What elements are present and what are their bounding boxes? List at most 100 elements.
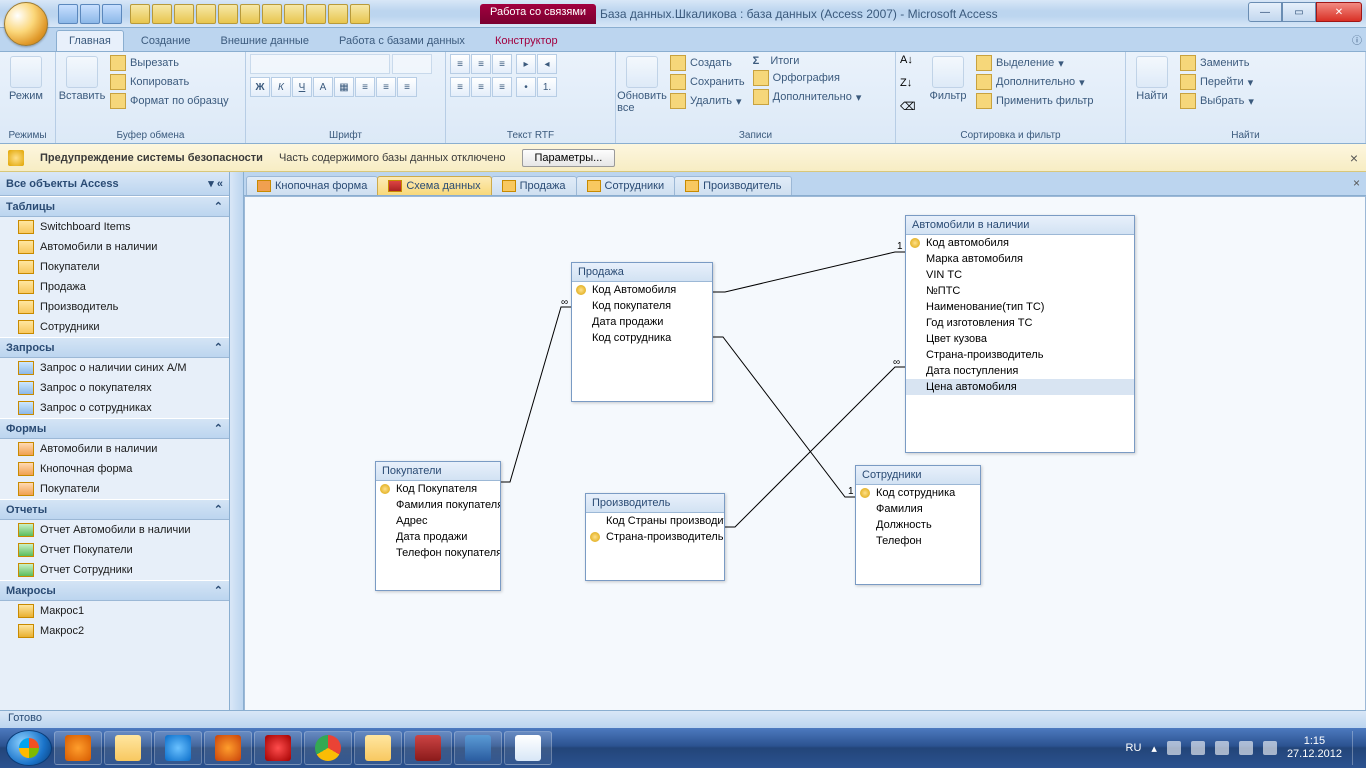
volume-icon[interactable] xyxy=(1191,741,1205,755)
nav-table-item[interactable]: Покупатели xyxy=(0,257,229,277)
nav-form-item[interactable]: Покупатели xyxy=(0,479,229,499)
taskbar-word[interactable] xyxy=(454,731,502,765)
rtf-btn[interactable]: ≡ xyxy=(492,54,512,74)
nav-table-item[interactable]: Автомобили в наличии xyxy=(0,237,229,257)
filter-button[interactable]: Фильтр xyxy=(926,54,970,104)
nav-category-tables[interactable]: Таблицы⌃ xyxy=(0,196,229,217)
rtf-btn[interactable]: ≡ xyxy=(492,77,512,97)
selection-filter-button[interactable]: Выделение ▾ xyxy=(974,54,1096,72)
qat-undo-icon[interactable] xyxy=(80,4,100,24)
taskbar-folder[interactable] xyxy=(354,731,402,765)
nav-report-item[interactable]: Отчет Сотрудники xyxy=(0,560,229,580)
taskbar-opera[interactable] xyxy=(254,731,302,765)
nav-query-item[interactable]: Запрос о покупателях xyxy=(0,378,229,398)
ribbon-tab-create[interactable]: Создание xyxy=(128,30,204,51)
taskbar-media-player[interactable] xyxy=(54,731,102,765)
qat-btn[interactable] xyxy=(196,4,216,24)
qat-btn[interactable] xyxy=(284,4,304,24)
qat-btn[interactable] xyxy=(152,4,172,24)
format-painter-button[interactable]: Формат по образцу xyxy=(108,92,231,110)
cut-button[interactable]: Вырезать xyxy=(108,54,231,72)
rtf-btn[interactable]: ≡ xyxy=(471,54,491,74)
qat-btn[interactable] xyxy=(174,4,194,24)
replace-button[interactable]: Заменить xyxy=(1178,54,1256,72)
taskbar-access[interactable] xyxy=(404,731,452,765)
taskbar-ie[interactable] xyxy=(154,731,202,765)
rtf-btn[interactable]: ≡ xyxy=(471,77,491,97)
nav-macro-item[interactable]: Макрос2 xyxy=(0,621,229,641)
schema-table-cars[interactable]: Автомобили в наличии Код автомобиля Марк… xyxy=(905,215,1135,453)
copy-button[interactable]: Копировать xyxy=(108,73,231,91)
close-button[interactable]: ✕ xyxy=(1316,2,1362,22)
qat-save-icon[interactable] xyxy=(58,4,78,24)
totals-button[interactable]: Σ Итоги xyxy=(751,54,864,68)
delete-record-button[interactable]: Удалить ▾ xyxy=(668,92,747,110)
schema-table-sale[interactable]: Продажа Код Автомобиля Код покупателя Да… xyxy=(571,262,713,402)
doc-tab[interactable]: Кнопочная форма xyxy=(246,176,378,195)
show-desktop-button[interactable] xyxy=(1352,731,1360,765)
qat-btn[interactable] xyxy=(328,4,348,24)
nav-form-item[interactable]: Кнопочная форма xyxy=(0,459,229,479)
nav-category-forms[interactable]: Формы⌃ xyxy=(0,418,229,439)
qat-btn[interactable] xyxy=(306,4,326,24)
highlight-button[interactable]: ▦ xyxy=(334,77,354,97)
underline-button[interactable]: Ч xyxy=(292,77,312,97)
qat-btn[interactable] xyxy=(240,4,260,24)
relationships-canvas[interactable]: ∞ 1 ∞ 1 ∞ 1 1 ∞ Продажа Код Автомобиля К… xyxy=(244,196,1366,712)
align-right-button[interactable]: ≡ xyxy=(397,77,417,97)
taskbar-paint[interactable] xyxy=(504,731,552,765)
action-center-icon[interactable] xyxy=(1239,741,1253,755)
view-button[interactable]: Режим xyxy=(4,54,48,104)
bold-button[interactable]: Ж xyxy=(250,77,270,97)
nav-table-item[interactable]: Производитель xyxy=(0,297,229,317)
nav-table-item[interactable]: Switchboard Items xyxy=(0,217,229,237)
font-size-combo[interactable] xyxy=(392,54,432,74)
spelling-button[interactable]: Орфография xyxy=(751,69,864,87)
nav-report-item[interactable]: Отчет Автомобили в наличии xyxy=(0,520,229,540)
nav-query-item[interactable]: Запрос о сотрудниках xyxy=(0,398,229,418)
schema-table-buyers[interactable]: Покупатели Код Покупателя Фамилия покупа… xyxy=(375,461,501,591)
ribbon-tab-external[interactable]: Внешние данные xyxy=(208,30,322,51)
indent-button[interactable]: ▸ xyxy=(516,54,536,74)
sort-desc-button[interactable]: Z↓ xyxy=(900,77,922,99)
font-color-button[interactable]: A xyxy=(313,77,333,97)
taskbar-clock[interactable]: 1:15 27.12.2012 xyxy=(1287,735,1342,761)
qat-btn[interactable] xyxy=(218,4,238,24)
refresh-all-button[interactable]: Обновить все xyxy=(620,54,664,116)
align-left-button[interactable]: ≡ xyxy=(355,77,375,97)
advanced-filter-button[interactable]: Дополнительно ▾ xyxy=(974,73,1096,91)
clear-sort-button[interactable]: ⌫ xyxy=(900,100,922,122)
more-records-button[interactable]: Дополнительно ▾ xyxy=(751,88,864,106)
qat-redo-icon[interactable] xyxy=(102,4,122,24)
nav-category-reports[interactable]: Отчеты⌃ xyxy=(0,499,229,520)
goto-button[interactable]: Перейти ▾ xyxy=(1178,73,1256,91)
qat-btn[interactable] xyxy=(350,4,370,24)
tray-icon[interactable] xyxy=(1263,741,1277,755)
minimize-button[interactable]: — xyxy=(1248,2,1282,22)
outdent-button[interactable]: ◂ xyxy=(537,54,557,74)
qat-btn[interactable] xyxy=(262,4,282,24)
paste-button[interactable]: Вставить xyxy=(60,54,104,104)
taskbar-firefox[interactable] xyxy=(204,731,252,765)
schema-table-vendor[interactable]: Производитель Код Страны производителя С… xyxy=(585,493,725,581)
nav-form-item[interactable]: Автомобили в наличии xyxy=(0,439,229,459)
doc-tab-close-icon[interactable]: × xyxy=(1353,176,1360,190)
sort-asc-button[interactable]: A↓ xyxy=(900,54,922,76)
find-button[interactable]: Найти xyxy=(1130,54,1174,104)
ribbon-tab-design[interactable]: Конструктор xyxy=(482,30,571,51)
ribbon-help-icon[interactable]: ⓘ xyxy=(1352,32,1362,47)
nav-report-item[interactable]: Отчет Покупатели xyxy=(0,540,229,560)
doc-tab-active[interactable]: Схема данных xyxy=(377,176,491,195)
select-button[interactable]: Выбрать ▾ xyxy=(1178,92,1256,110)
save-record-button[interactable]: Сохранить xyxy=(668,73,747,91)
security-close-icon[interactable]: × xyxy=(1350,150,1358,166)
nav-table-item[interactable]: Сотрудники xyxy=(0,317,229,337)
new-record-button[interactable]: Создать xyxy=(668,54,747,72)
nav-table-item[interactable]: Продажа xyxy=(0,277,229,297)
doc-tab[interactable]: Производитель xyxy=(674,176,792,195)
numbered-list-button[interactable]: 1. xyxy=(537,77,557,97)
taskbar-explorer[interactable] xyxy=(104,731,152,765)
nav-category-macros[interactable]: Макросы⌃ xyxy=(0,580,229,601)
taskbar-chrome[interactable] xyxy=(304,731,352,765)
nav-macro-item[interactable]: Макрос1 xyxy=(0,601,229,621)
